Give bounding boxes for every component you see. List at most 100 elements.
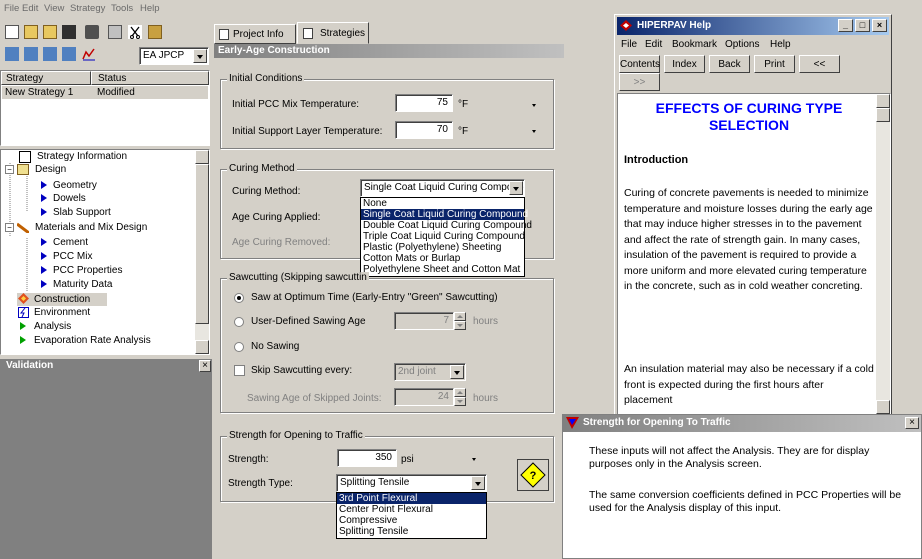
previous-button[interactable]: << bbox=[799, 55, 840, 73]
list-item[interactable]: Triple Coat Liquid Curing Compound bbox=[361, 231, 525, 242]
no-sawing-radio[interactable] bbox=[234, 342, 244, 352]
close-icon[interactable]: × bbox=[905, 417, 919, 429]
tree-item-construction[interactable]: Construction bbox=[17, 293, 107, 306]
list-item[interactable]: None bbox=[361, 198, 524, 209]
saw-optimum-radio[interactable] bbox=[234, 293, 244, 303]
chevron-down-icon[interactable] bbox=[509, 181, 523, 195]
skip-sawcutting-checkbox[interactable] bbox=[234, 365, 245, 376]
help-menu-edit[interactable]: Edit bbox=[645, 39, 662, 50]
strategy-column-header[interactable]: Strategy bbox=[1, 71, 91, 85]
strategy-copy-icon[interactable] bbox=[24, 47, 38, 61]
skipped-age-spinner[interactable] bbox=[454, 388, 466, 406]
triangle-icon bbox=[41, 194, 47, 202]
list-item[interactable]: Compressive bbox=[337, 515, 486, 526]
help-hint-button[interactable]: ? bbox=[517, 459, 549, 491]
cut-icon[interactable] bbox=[128, 25, 142, 39]
contents-button[interactable]: Contents bbox=[619, 55, 660, 73]
help-menu-bookmark[interactable]: Bookmark bbox=[672, 39, 717, 50]
list-item[interactable]: Plastic (Polyethylene) Sheeting bbox=[361, 242, 524, 253]
scroll-down-button[interactable] bbox=[876, 400, 890, 414]
dropdown-arrow-icon[interactable] bbox=[472, 458, 476, 461]
open-icon[interactable] bbox=[24, 25, 38, 39]
menu-strategy[interactable]: Strategy bbox=[70, 3, 105, 14]
skipped-age-input[interactable]: 24 bbox=[394, 388, 454, 406]
list-item[interactable]: 3rd Point Flexural bbox=[337, 493, 486, 504]
scroll-up-button[interactable] bbox=[876, 94, 890, 108]
next-button[interactable]: >> bbox=[619, 73, 660, 91]
menu-view[interactable]: View bbox=[44, 3, 64, 14]
materials-icon bbox=[16, 222, 30, 235]
skip-joint-select[interactable]: 2nd joint bbox=[394, 363, 466, 381]
triangle-icon bbox=[41, 238, 47, 246]
maximize-icon[interactable]: □ bbox=[855, 19, 870, 32]
pcc-temp-input[interactable]: 75 bbox=[395, 94, 453, 112]
strategy-add-icon[interactable] bbox=[5, 47, 19, 61]
curing-method-dropdown: None Single Coat Liquid Curing Compound … bbox=[360, 197, 532, 277]
tab-project-info[interactable]: Project Info bbox=[214, 24, 296, 44]
copy-icon[interactable] bbox=[108, 25, 122, 39]
curing-method-select[interactable]: Single Coat Liquid Curing Compound bbox=[360, 179, 525, 197]
close-icon[interactable]: × bbox=[199, 360, 211, 372]
back-button[interactable]: Back bbox=[709, 55, 750, 73]
help-scrollbar[interactable] bbox=[876, 94, 890, 414]
list-item[interactable]: Center Point Flexural bbox=[337, 504, 486, 515]
chevron-down-icon[interactable] bbox=[193, 49, 207, 63]
collapse-icon[interactable]: − bbox=[5, 223, 14, 232]
curing-method-label: Curing Method: bbox=[232, 186, 301, 197]
open-folder-icon[interactable] bbox=[43, 25, 57, 39]
tip-paragraph: These inputs will not affect the Analysi… bbox=[589, 445, 870, 470]
list-item[interactable]: Single Coat Liquid Curing Compound bbox=[361, 209, 528, 220]
list-item[interactable]: Cotton Mats or Burlap bbox=[361, 253, 524, 264]
help-menu-file[interactable]: File bbox=[621, 39, 637, 50]
table-row[interactable]: New Strategy 1 Modified bbox=[2, 86, 208, 99]
list-item[interactable]: Splitting Tensile bbox=[337, 526, 486, 537]
index-button[interactable]: Index bbox=[664, 55, 705, 73]
tab-strategies[interactable]: Strategies bbox=[297, 22, 369, 44]
paste-icon[interactable] bbox=[148, 25, 162, 39]
status-column-header[interactable]: Status bbox=[91, 71, 209, 85]
dropdown-arrow-icon[interactable] bbox=[532, 130, 536, 133]
chevron-down-icon[interactable] bbox=[450, 365, 464, 379]
age-curing-applied-label: Age Curing Applied: bbox=[232, 212, 321, 223]
menu-tools[interactable]: Tools bbox=[111, 3, 133, 14]
collapse-icon[interactable]: − bbox=[5, 165, 14, 174]
strength-type-select[interactable]: Splitting Tensile bbox=[336, 474, 487, 492]
strategy-combo[interactable]: EA JPCP bbox=[139, 47, 209, 65]
pcc-temp-label: Initial PCC Mix Temperature: bbox=[232, 99, 360, 110]
print-button[interactable]: Print bbox=[754, 55, 795, 73]
strategy-delete-icon[interactable] bbox=[43, 47, 57, 61]
list-item[interactable]: Polyethylene Sheet and Cotton Mat bbox=[361, 264, 524, 275]
help-menu-help[interactable]: Help bbox=[770, 39, 791, 50]
strength-input[interactable]: 350 bbox=[337, 449, 397, 467]
chevron-down-icon[interactable] bbox=[471, 476, 485, 490]
tree-item-materials[interactable]: − Materials and Mix Design bbox=[5, 222, 205, 235]
chart-icon[interactable] bbox=[82, 47, 96, 61]
menu-help[interactable]: Help bbox=[140, 3, 160, 14]
print-icon[interactable] bbox=[85, 25, 99, 39]
tree-item-design[interactable]: − Design bbox=[5, 164, 195, 176]
list-item[interactable]: Double Coat Liquid Curing Compound bbox=[361, 220, 532, 231]
menu-edit[interactable]: Edit bbox=[22, 3, 38, 14]
saw-age-input[interactable]: 7 bbox=[394, 312, 454, 330]
help-heading: EFFECTS OF CURING TYPE SELECTION bbox=[655, 100, 843, 133]
dropdown-arrow-icon[interactable] bbox=[532, 104, 536, 107]
saw-age-spinner[interactable] bbox=[454, 312, 466, 330]
support-temp-input[interactable]: 70 bbox=[395, 121, 453, 139]
strategy-list: Strategy Status New Strategy 1 Modified bbox=[0, 70, 210, 146]
menu-file[interactable]: File bbox=[4, 3, 19, 14]
save-icon[interactable] bbox=[62, 25, 76, 39]
strategy-run-icon[interactable] bbox=[62, 47, 76, 61]
scroll-up-button[interactable] bbox=[195, 150, 209, 164]
tree-scrollbar[interactable] bbox=[195, 150, 209, 354]
help-paragraph: Curing of concrete pavements is needed t… bbox=[624, 187, 873, 292]
scroll-thumb[interactable] bbox=[195, 164, 209, 324]
saw-user-defined-radio[interactable] bbox=[234, 317, 244, 327]
help-menu-options[interactable]: Options bbox=[725, 39, 759, 50]
minimize-icon[interactable]: _ bbox=[838, 19, 853, 32]
scroll-down-button[interactable] bbox=[195, 340, 209, 354]
strategies-icon bbox=[303, 28, 313, 39]
new-icon[interactable] bbox=[5, 25, 19, 39]
scroll-thumb[interactable] bbox=[876, 108, 890, 122]
close-icon[interactable]: × bbox=[872, 19, 887, 32]
support-temp-label: Initial Support Layer Temperature: bbox=[232, 126, 383, 137]
